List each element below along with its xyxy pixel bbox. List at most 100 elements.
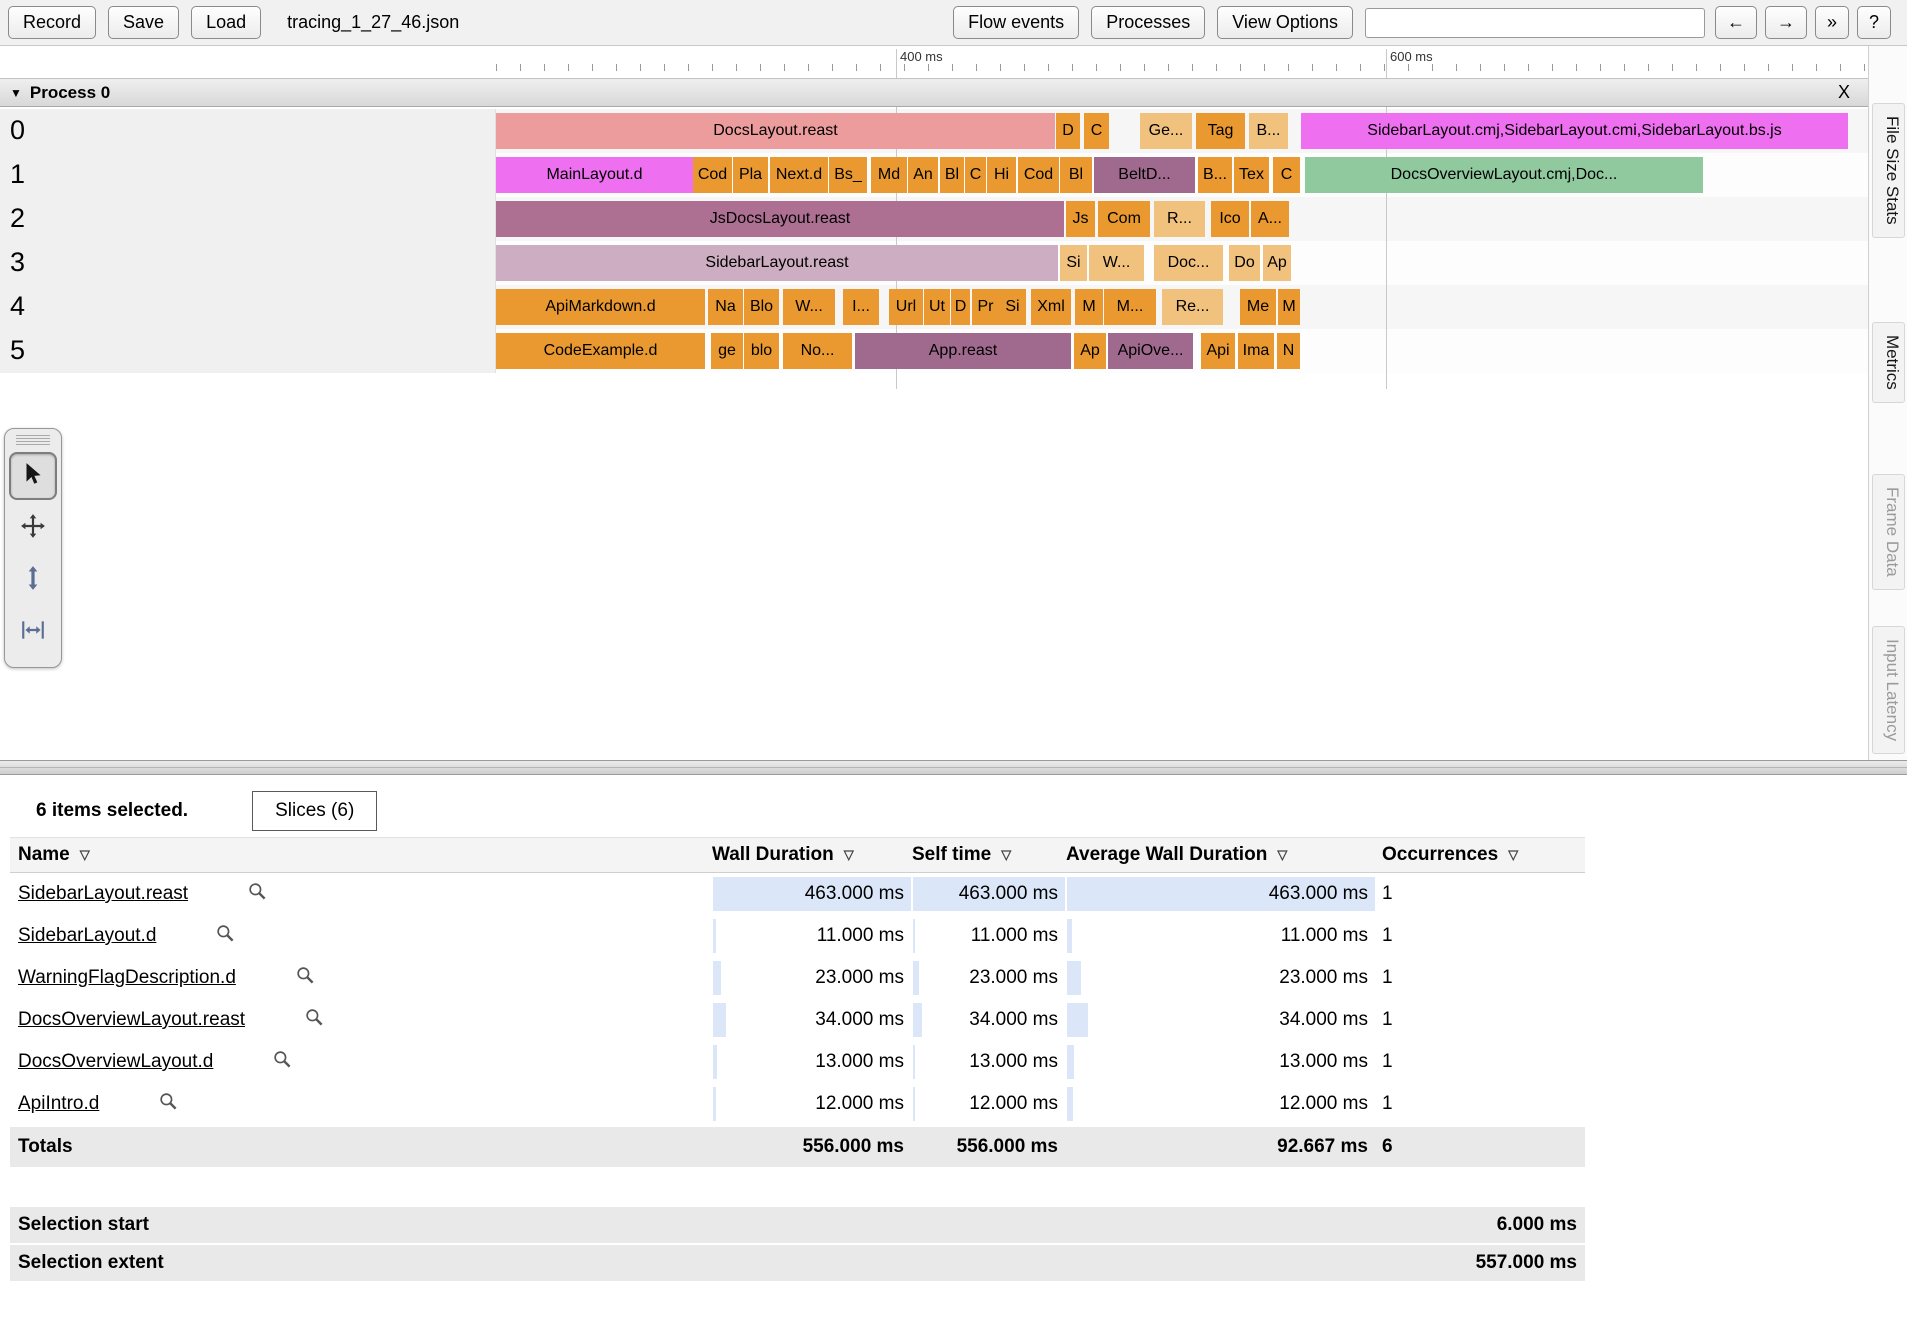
trace-slice[interactable]: ApiOve... (1108, 333, 1193, 369)
trace-slice[interactable]: Pla (733, 157, 768, 193)
track-slices-area[interactable]: DocsLayout.reast D C Ge... Tag B... SidebarLay… (496, 109, 1868, 153)
slice-name-link[interactable]: SidebarLayout.reast (18, 883, 188, 905)
magnifier-icon[interactable] (273, 1050, 292, 1075)
table-row[interactable]: SidebarLayout.d 11.000 ms 11.000 ms 11.000 … (10, 915, 1585, 957)
trace-slice[interactable]: Ico (1211, 201, 1249, 237)
trace-slice[interactable]: Si (999, 289, 1026, 325)
tab-slices[interactable]: Slices (6) (252, 791, 378, 831)
tab-input-latency[interactable]: Input Latency (1872, 626, 1905, 755)
track-row[interactable]: 2 JsDocsLayout.reast Js Com R... Ico A... (0, 197, 1868, 241)
find-next-button[interactable]: → (1764, 6, 1807, 39)
trace-slice[interactable]: Si (1060, 245, 1087, 281)
trace-slice[interactable]: Re... (1162, 289, 1223, 325)
trace-slice[interactable]: blo (744, 333, 779, 369)
trace-slice[interactable]: C (1084, 113, 1109, 149)
trace-slice[interactable]: MainLayout.d (496, 157, 693, 193)
slice-name-link[interactable]: WarningFlagDescription.d (18, 967, 236, 989)
track-row[interactable]: 5 CodeExample.d ge blo No... App.reast Ap ApiOv… (0, 329, 1868, 373)
trace-slice[interactable]: Bl (1060, 157, 1092, 193)
trace-slice[interactable]: Ima (1238, 333, 1274, 369)
trace-slice[interactable]: C (1273, 157, 1300, 193)
selection-tool-button[interactable] (9, 452, 57, 500)
track-slices-area[interactable]: JsDocsLayout.reast Js Com R... Ico A... (496, 197, 1868, 241)
palette-drag-handle[interactable] (16, 435, 50, 446)
trace-slice[interactable]: B... (1198, 157, 1232, 193)
trace-slice[interactable]: Com (1098, 201, 1150, 237)
track-row[interactable]: 3 SidebarLayout.reast Si W... Doc... Do Ap (0, 241, 1868, 285)
timing-tool-button[interactable] (9, 608, 57, 656)
trace-slice[interactable]: Bs_ (829, 157, 867, 193)
trace-slice[interactable]: Ap (1263, 245, 1291, 281)
trace-slice[interactable]: Cod (693, 157, 732, 193)
trace-slice[interactable]: A... (1251, 201, 1289, 237)
magnifier-icon[interactable] (248, 882, 267, 907)
magnifier-icon[interactable] (296, 966, 315, 991)
track-slices-area[interactable]: CodeExample.d ge blo No... App.reast Ap ApiOve… (496, 329, 1868, 373)
trace-slice[interactable]: C (965, 157, 986, 193)
load-button[interactable]: Load (191, 6, 262, 39)
trace-slice[interactable]: Doc... (1154, 245, 1223, 281)
trace-slice[interactable]: B... (1249, 113, 1288, 149)
trace-slice[interactable]: JsDocsLayout.reast (496, 201, 1064, 237)
sort-triangle-icon[interactable]: ▽ (1001, 847, 1011, 863)
column-header-occurrences[interactable]: Occurrences ▽ (1376, 844, 1585, 866)
trace-slice[interactable]: R... (1154, 201, 1205, 237)
trace-slice[interactable]: App.reast (855, 333, 1071, 369)
trace-slice[interactable]: Url (889, 289, 923, 325)
track-slices-area[interactable]: ApiMarkdown.d Na Blo W... I... Url Ut D Pr Si Xml M… (496, 285, 1868, 329)
more-options-button[interactable]: » (1814, 6, 1849, 39)
flow-events-button[interactable]: Flow events (953, 6, 1080, 39)
trace-slice[interactable]: Na (708, 289, 743, 325)
trace-slice[interactable]: Api (1201, 333, 1235, 369)
trace-slice[interactable]: Md (871, 157, 907, 193)
trace-slice[interactable]: Blo (744, 289, 779, 325)
column-header-self-time[interactable]: Self time ▽ (912, 844, 1066, 866)
magnifier-icon[interactable] (216, 924, 235, 949)
table-row[interactable]: SidebarLayout.reast 463.000 ms 463.000 ms 4… (10, 873, 1585, 915)
trace-slice[interactable]: BeltD... (1094, 157, 1195, 193)
trace-slice[interactable]: SidebarLayout.reast (496, 245, 1058, 281)
trace-slice[interactable]: Ut (924, 289, 950, 325)
trace-slice[interactable]: No... (783, 333, 852, 369)
record-button[interactable]: Record (8, 6, 97, 39)
tab-frame-data[interactable]: Frame Data (1872, 474, 1905, 590)
slice-name-link[interactable]: SidebarLayout.d (18, 925, 156, 947)
track-row[interactable]: 4 ApiMarkdown.d Na Blo W... I... Url Ut D Pr Si Xml… (0, 285, 1868, 329)
trace-slice[interactable]: M (1075, 289, 1103, 325)
trace-slice[interactable]: DocsOverviewLayout.cmj,Doc... (1305, 157, 1703, 193)
trace-slice[interactable]: Js (1066, 201, 1095, 237)
trace-slice[interactable]: D (1056, 113, 1080, 149)
sort-triangle-icon[interactable]: ▽ (1508, 847, 1518, 863)
track-row[interactable]: 1 MainLayout.d Cod Pla Next.d Bs_ Md An Bl C Hi Cod… (0, 153, 1868, 197)
trace-slice[interactable]: Bl (940, 157, 964, 193)
magnifier-icon[interactable] (159, 1092, 178, 1117)
trace-slice[interactable]: Do (1229, 245, 1260, 281)
trace-slice[interactable]: W... (1089, 245, 1144, 281)
trace-slice[interactable]: D (951, 289, 970, 325)
trace-slice[interactable]: W... (783, 289, 835, 325)
slice-name-link[interactable]: DocsOverviewLayout.reast (18, 1009, 245, 1031)
pan-tool-button[interactable] (9, 504, 57, 552)
trace-slice[interactable]: N (1277, 333, 1300, 369)
magnifier-icon[interactable] (305, 1008, 324, 1033)
trace-slice[interactable]: Xml (1031, 289, 1071, 325)
track-slices-area[interactable]: SidebarLayout.reast Si W... Doc... Do Ap (496, 241, 1868, 285)
search-input[interactable] (1364, 7, 1705, 38)
vertical-zoom-tool-button[interactable] (9, 556, 57, 604)
sort-triangle-icon[interactable]: ▽ (844, 847, 854, 863)
save-button[interactable]: Save (108, 6, 180, 39)
trace-slice[interactable]: ge (711, 333, 743, 369)
trace-slice[interactable]: ApiMarkdown.d (496, 289, 705, 325)
panel-splitter[interactable] (0, 760, 1907, 775)
find-previous-button[interactable]: ← (1714, 6, 1757, 39)
trace-slice[interactable]: Hi (987, 157, 1016, 193)
table-row[interactable]: ApiIntro.d 12.000 ms 12.000 ms 12.000 ms 1 (10, 1083, 1585, 1125)
process-header[interactable]: ▼ Process 0 X (0, 78, 1868, 107)
column-header-name[interactable]: Name ▽ (10, 844, 712, 866)
trace-slice[interactable]: Tag (1196, 113, 1245, 149)
help-button[interactable]: ? (1856, 6, 1891, 39)
trace-slice[interactable]: Me (1240, 289, 1276, 325)
trace-slice[interactable]: Next.d (770, 157, 828, 193)
tab-metrics[interactable]: Metrics (1872, 322, 1905, 403)
trace-slice[interactable]: DocsLayout.reast (496, 113, 1055, 149)
